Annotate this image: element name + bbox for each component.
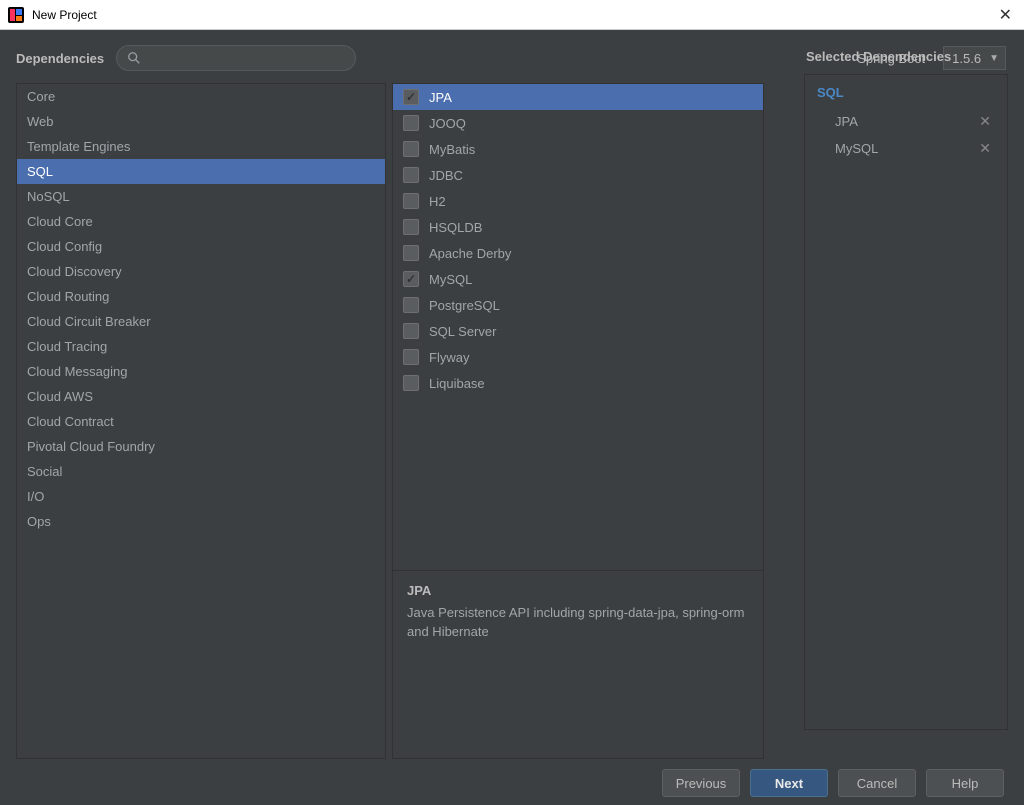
dependency-checkbox[interactable] bbox=[403, 89, 419, 105]
category-item[interactable]: Pivotal Cloud Foundry bbox=[17, 434, 385, 459]
dependency-checkbox[interactable] bbox=[403, 245, 419, 261]
dependency-item[interactable]: Flyway bbox=[393, 344, 763, 370]
category-item[interactable]: Cloud Tracing bbox=[17, 334, 385, 359]
dependency-item[interactable]: JDBC bbox=[393, 162, 763, 188]
dependency-label: MyBatis bbox=[429, 142, 475, 157]
dependency-label: JPA bbox=[429, 90, 452, 105]
category-item[interactable]: Cloud AWS bbox=[17, 384, 385, 409]
category-item[interactable]: Social bbox=[17, 459, 385, 484]
description-panel: JPA Java Persistence API including sprin… bbox=[392, 571, 764, 759]
app-icon bbox=[8, 7, 24, 23]
dependency-item[interactable]: MyBatis bbox=[393, 136, 763, 162]
category-item[interactable]: Web bbox=[17, 109, 385, 134]
dependency-label: Flyway bbox=[429, 350, 469, 365]
dependency-label: Liquibase bbox=[429, 376, 485, 391]
titlebar: New Project ✕ bbox=[0, 0, 1024, 30]
category-item[interactable]: Cloud Discovery bbox=[17, 259, 385, 284]
dependency-checkbox[interactable] bbox=[403, 375, 419, 391]
next-button[interactable]: Next bbox=[750, 769, 828, 797]
category-item[interactable]: Cloud Core bbox=[17, 209, 385, 234]
dependency-label: MySQL bbox=[429, 272, 472, 287]
dependency-label: SQL Server bbox=[429, 324, 496, 339]
category-item[interactable]: Cloud Contract bbox=[17, 409, 385, 434]
dependency-item[interactable]: Liquibase bbox=[393, 370, 763, 396]
category-item[interactable]: Template Engines bbox=[17, 134, 385, 159]
dependency-list[interactable]: JPA JOOQ MyBatis JDBC H2 HSQLDB Apache Derby My… bbox=[392, 83, 764, 571]
dependency-checkbox[interactable] bbox=[403, 349, 419, 365]
close-button[interactable]: ✕ bbox=[995, 5, 1016, 25]
dependency-checkbox[interactable] bbox=[403, 193, 419, 209]
dependency-label: JOOQ bbox=[429, 116, 466, 131]
button-row: Previous Next Cancel Help bbox=[8, 759, 1016, 797]
dependency-checkbox[interactable] bbox=[403, 323, 419, 339]
selected-dependencies-panel: SQL JPA✕MySQL✕ bbox=[804, 74, 1008, 730]
search-icon bbox=[127, 51, 141, 65]
dependency-label: JDBC bbox=[429, 168, 463, 183]
dependency-label: H2 bbox=[429, 194, 446, 209]
category-list[interactable]: CoreWebTemplate EnginesSQLNoSQLCloud Cor… bbox=[16, 83, 386, 759]
cancel-button[interactable]: Cancel bbox=[838, 769, 916, 797]
category-item[interactable]: Cloud Messaging bbox=[17, 359, 385, 384]
dependency-item[interactable]: JOOQ bbox=[393, 110, 763, 136]
description-title: JPA bbox=[407, 583, 749, 598]
dependency-checkbox[interactable] bbox=[403, 271, 419, 287]
search-box[interactable] bbox=[116, 45, 356, 71]
category-item[interactable]: Ops bbox=[17, 509, 385, 534]
selected-group-title: SQL bbox=[817, 85, 995, 100]
category-item[interactable]: Core bbox=[17, 84, 385, 109]
dependencies-label: Dependencies bbox=[16, 51, 104, 66]
window-title: New Project bbox=[32, 8, 995, 22]
dependency-label: Apache Derby bbox=[429, 246, 511, 261]
selected-dependencies-title: Selected Dependencies bbox=[804, 49, 1008, 64]
dependency-checkbox[interactable] bbox=[403, 297, 419, 313]
dependency-label: HSQLDB bbox=[429, 220, 482, 235]
category-item[interactable]: Cloud Config bbox=[17, 234, 385, 259]
dependency-item[interactable]: SQL Server bbox=[393, 318, 763, 344]
dependency-item[interactable]: H2 bbox=[393, 188, 763, 214]
category-item[interactable]: Cloud Routing bbox=[17, 284, 385, 309]
selected-item: MySQL✕ bbox=[817, 135, 995, 162]
dependency-checkbox[interactable] bbox=[403, 219, 419, 235]
dependency-item[interactable]: HSQLDB bbox=[393, 214, 763, 240]
selected-item-label: MySQL bbox=[835, 141, 975, 156]
dependency-checkbox[interactable] bbox=[403, 141, 419, 157]
help-button[interactable]: Help bbox=[926, 769, 1004, 797]
dependency-item[interactable]: PostgreSQL bbox=[393, 292, 763, 318]
dependency-checkbox[interactable] bbox=[403, 167, 419, 183]
dependency-checkbox[interactable] bbox=[403, 115, 419, 131]
dependency-label: PostgreSQL bbox=[429, 298, 500, 313]
description-text: Java Persistence API including spring-da… bbox=[407, 604, 749, 642]
selected-item-label: JPA bbox=[835, 114, 975, 129]
dependency-item[interactable]: JPA bbox=[393, 84, 763, 110]
category-item[interactable]: I/O bbox=[17, 484, 385, 509]
previous-button[interactable]: Previous bbox=[662, 769, 740, 797]
category-item[interactable]: Cloud Circuit Breaker bbox=[17, 309, 385, 334]
remove-icon[interactable]: ✕ bbox=[975, 140, 995, 157]
category-item[interactable]: SQL bbox=[17, 159, 385, 184]
remove-icon[interactable]: ✕ bbox=[975, 113, 995, 130]
search-input[interactable] bbox=[147, 51, 345, 66]
dependency-item[interactable]: Apache Derby bbox=[393, 240, 763, 266]
category-item[interactable]: NoSQL bbox=[17, 184, 385, 209]
dependency-item[interactable]: MySQL bbox=[393, 266, 763, 292]
selected-item: JPA✕ bbox=[817, 108, 995, 135]
